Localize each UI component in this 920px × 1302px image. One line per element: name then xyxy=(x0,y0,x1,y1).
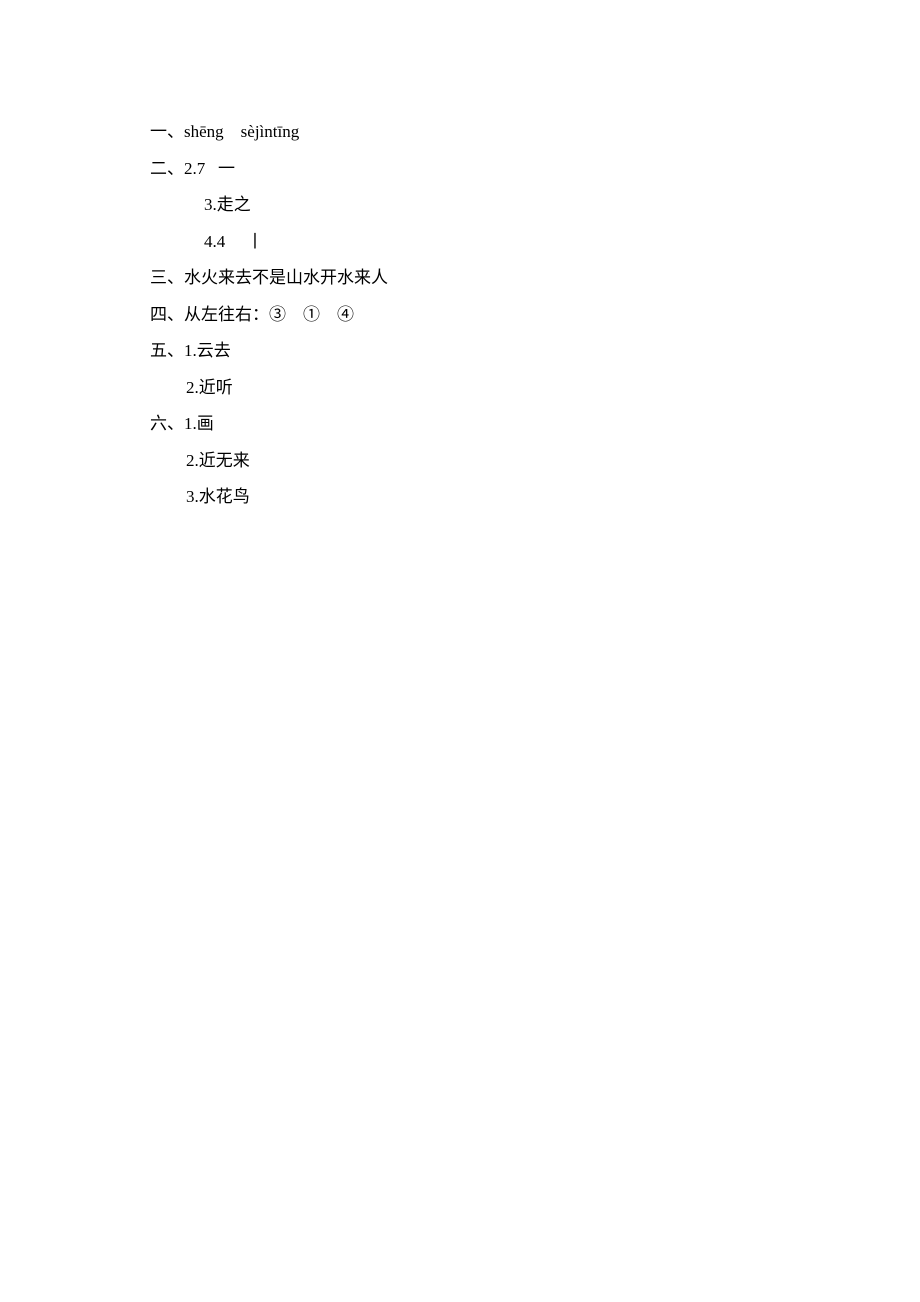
answer-line-6-sub3: 3.水花鸟 xyxy=(150,479,920,516)
answer-line-6: 六、1.画 xyxy=(150,406,920,443)
answer-line-2: 二、2.7 一 xyxy=(150,151,920,188)
answer-line-5-sub2: 2.近听 xyxy=(150,370,920,407)
answer-line-2-sub3: 3.走之 xyxy=(150,187,920,224)
answer-line-3: 三、水火来去不是山水开水来人 xyxy=(150,260,920,297)
answer-line-4: 四、从左往右：③ ① ④ xyxy=(150,297,920,334)
answer-line-1: 一、shēng sèjìntīng xyxy=(150,114,920,151)
answer-line-2-sub4: 4.4 丨 xyxy=(150,224,920,261)
answer-line-5: 五、1.云去 xyxy=(150,333,920,370)
answer-line-6-sub2: 2.近无来 xyxy=(150,443,920,480)
